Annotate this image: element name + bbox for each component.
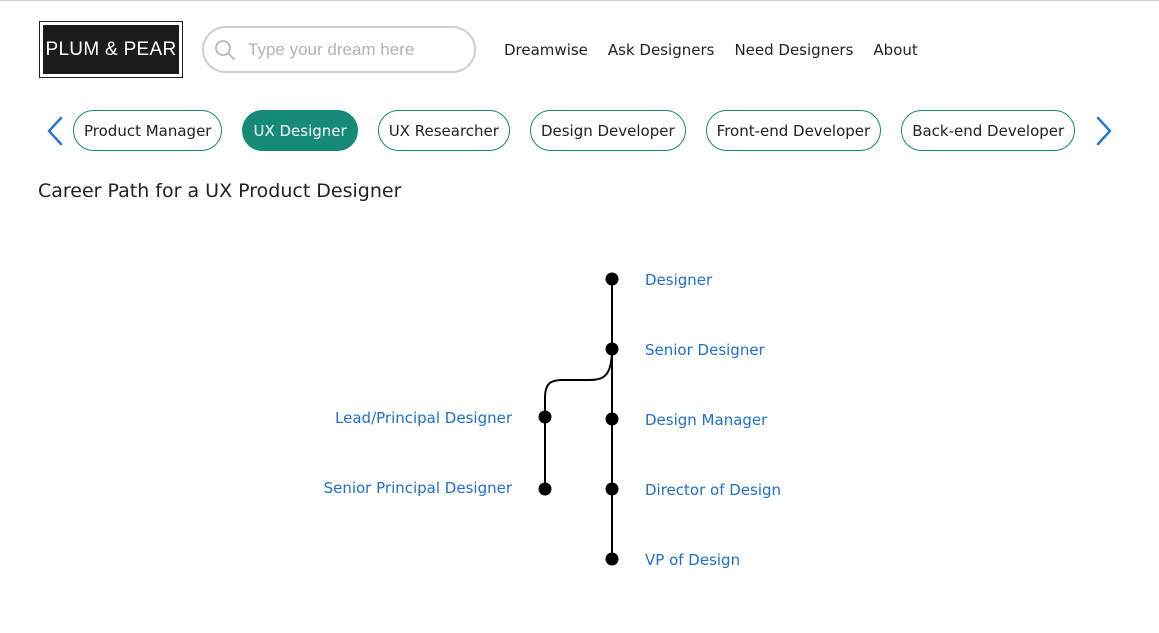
branch-connector [544,348,613,489]
node-senior-principal-designer [538,482,552,496]
role-design-manager[interactable]: Design Manager [645,411,767,429]
node-director-of-design [605,482,619,496]
role-designer[interactable]: Designer [645,271,712,289]
role-senior-principal-designer[interactable]: Senior Principal Designer [324,479,512,497]
node-vp-of-design [605,552,619,566]
node-designer [605,272,619,286]
role-senior-designer[interactable]: Senior Designer [645,341,765,359]
role-vp-of-design[interactable]: VP of Design [645,551,740,569]
career-path-diagram [538,272,619,566]
role-lead-principal-designer[interactable]: Lead/Principal Designer [335,409,512,427]
role-director-of-design[interactable]: Director of Design [645,481,781,499]
node-design-manager [605,412,619,426]
node-lead-principal-designer [538,410,552,424]
node-senior-designer [605,342,619,356]
